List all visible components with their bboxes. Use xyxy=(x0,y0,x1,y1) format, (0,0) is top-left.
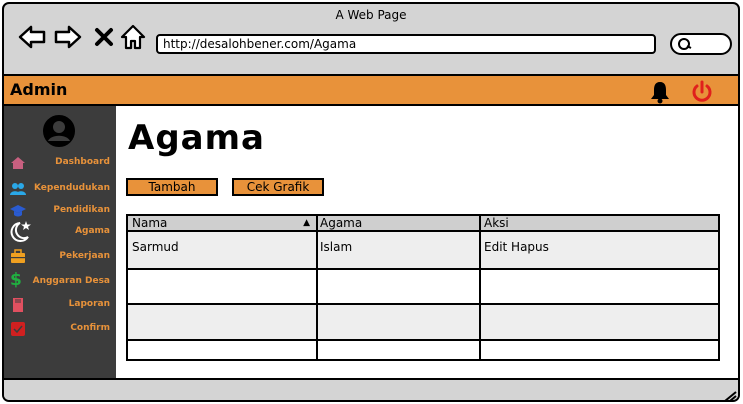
bell-icon[interactable] xyxy=(649,80,671,104)
power-icon[interactable] xyxy=(690,80,714,104)
sidebar-item-label: Dashboard xyxy=(55,157,110,167)
cell-nama xyxy=(128,341,316,349)
column-header-nama[interactable]: Nama ▲ xyxy=(128,216,316,232)
sort-ascending-icon[interactable]: ▲ xyxy=(303,216,310,230)
briefcase-icon xyxy=(11,249,25,263)
graduation-cap-icon xyxy=(10,205,26,217)
add-button[interactable]: Tambah xyxy=(126,178,218,196)
brand-label: Admin xyxy=(10,80,68,99)
home-icon[interactable] xyxy=(120,24,146,50)
sidebar-item-kependudukan[interactable]: Kependudukan xyxy=(4,179,116,199)
sidebar-item-confirm[interactable]: Confirm xyxy=(4,319,116,339)
sidebar-item-label: Pekerjaan xyxy=(59,251,110,261)
sidebar-item-agama[interactable]: Agama xyxy=(4,221,116,242)
cell-aksi xyxy=(480,270,718,278)
sidebar-item-pendidikan[interactable]: Pendidikan xyxy=(4,201,116,221)
sidebar-item-label: Agama xyxy=(75,226,110,236)
cell-agama xyxy=(316,341,480,349)
confirm-check-icon xyxy=(11,322,25,336)
sidebar-item-label: Confirm xyxy=(70,323,110,333)
sidebar-item-pekerjaan[interactable]: Pekerjaan xyxy=(4,247,116,267)
sidebar-item-label: Anggaran Desa xyxy=(32,276,110,286)
book-icon xyxy=(13,298,23,312)
cell-aksi xyxy=(480,305,718,313)
avatar-icon xyxy=(43,115,75,147)
sidebar-item-label: Pendidikan xyxy=(53,205,110,215)
sidebar-item-label: Kependudukan xyxy=(33,183,110,193)
users-icon xyxy=(10,183,26,195)
sidebar-item-dashboard[interactable]: Dashboard xyxy=(4,153,116,173)
table-row[interactable]: Sarmud Islam Edit Hapus xyxy=(128,232,718,270)
browser-window: A Web Page http://desalohbener.com/Agama… xyxy=(2,2,740,402)
top-navbar: Admin xyxy=(4,74,738,106)
table-row[interactable] xyxy=(128,305,718,341)
cell-agama: Islam xyxy=(320,240,353,254)
status-bar xyxy=(4,378,738,402)
search-icon xyxy=(678,38,692,50)
cell-agama xyxy=(316,270,480,278)
moon-star-icon xyxy=(10,221,31,242)
sidebar-item-laporan[interactable]: Laporan xyxy=(4,295,116,315)
cell-nama xyxy=(128,305,316,313)
main-content: Agama Tambah Cek Grafik Nama ▲ Agama Aks… xyxy=(116,106,738,378)
table-row[interactable] xyxy=(128,341,718,359)
dollar-icon: $ xyxy=(10,270,22,290)
window-title: A Web Page xyxy=(335,8,407,22)
search-box[interactable] xyxy=(670,33,732,55)
column-divider xyxy=(479,216,481,359)
resize-grip-icon[interactable] xyxy=(722,388,738,402)
cell-aksi xyxy=(480,341,718,349)
column-header-agama[interactable]: Agama xyxy=(316,216,480,232)
sidebar-item-label: Laporan xyxy=(68,299,110,309)
cell-nama xyxy=(128,270,316,278)
close-icon[interactable] xyxy=(94,24,114,50)
page-title: Agama xyxy=(128,118,265,158)
chart-button[interactable]: Cek Grafik xyxy=(232,178,324,196)
url-bar[interactable]: http://desalohbener.com/Agama xyxy=(156,34,656,54)
column-header-aksi[interactable]: Aksi xyxy=(480,216,718,232)
cell-agama xyxy=(316,305,480,313)
back-arrow-icon[interactable] xyxy=(18,24,46,50)
sidebar: Dashboard Kependudukan Pendidikan Agama xyxy=(4,106,116,378)
cell-nama: Sarmud xyxy=(132,240,179,254)
table-row[interactable] xyxy=(128,270,718,305)
sidebar-item-anggaran-desa[interactable]: $ Anggaran Desa xyxy=(4,272,116,292)
column-divider xyxy=(316,216,318,359)
forward-arrow-icon[interactable] xyxy=(54,24,82,50)
home-icon xyxy=(11,157,25,169)
data-table: Nama ▲ Agama Aksi Sarmud Islam Edit Hapu… xyxy=(126,214,720,361)
cell-aksi[interactable]: Edit Hapus xyxy=(480,232,718,254)
